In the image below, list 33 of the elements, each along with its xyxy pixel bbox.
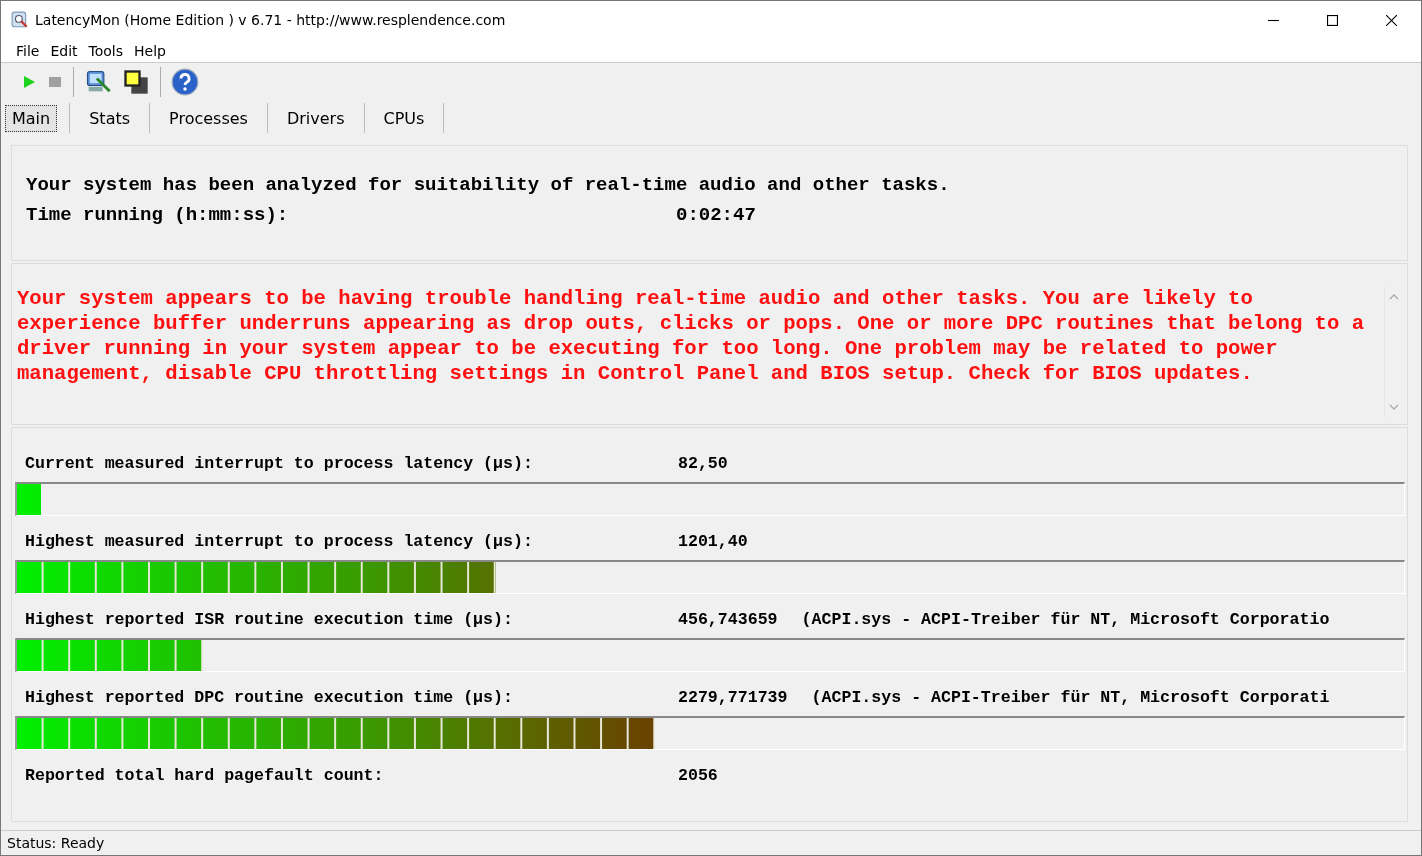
driver-info: (ACPI.sys - ACPI-Treiber für NT, Microsoft Corporatio <box>801 610 1330 631</box>
window-title: LatencyMon (Home Edition ) v 6.71 - http://www.resplendence.com <box>35 12 506 28</box>
help-icon[interactable] <box>171 68 199 96</box>
play-icon[interactable] <box>21 74 37 90</box>
measurement-label: Highest reported ISR routine execution time (µs): <box>25 610 514 631</box>
menu-item[interactable]: Help <box>133 42 167 59</box>
measurement-value: 82,50 <box>678 454 728 475</box>
tab[interactable]: CPUs <box>376 104 432 132</box>
stop-icon[interactable] <box>47 74 63 90</box>
menu-item[interactable]: Tools <box>87 42 125 59</box>
tab[interactable]: Stats <box>82 104 138 132</box>
scroll-up-icon[interactable] <box>1389 294 1399 300</box>
measurement-value: 2279,771739 <box>678 688 788 709</box>
driver-info: (ACPI.sys - ACPI-Treiber für NT, Microsoft Corporati <box>811 688 1330 709</box>
measurement-label: Reported total hard pagefault count: <box>25 766 385 787</box>
measurement-label: Current measured interrupt to process latency (µs): <box>25 454 534 475</box>
menu-item[interactable]: Edit <box>49 42 79 59</box>
measurement-label: Highest measured interrupt to process latency (µs): <box>25 532 534 553</box>
measurement-value: 1201,40 <box>678 532 748 553</box>
headline: Your system has been analyzed for suitability of real-time audio and other tasks. <box>26 174 951 196</box>
time-label: Time running (h:mm:ss): <box>26 204 290 226</box>
tab[interactable]: Processes <box>162 104 255 132</box>
status-text: Status: Ready <box>7 835 105 851</box>
tab[interactable]: Main <box>5 104 58 132</box>
verdict-text: Your system appears to be having trouble handling real-time audio and other tasks. You are likely to experience buffer underruns appearing as drop outs, clicks or pops. One or more DPC routines that belong to a driver running in your system appear to be executing for too long. One problem may be related to power management, disable CPU throttling settings in Control Panel and BIOS setup. Check for BIOS updates. <box>17 286 1366 387</box>
menu-item[interactable]: File <box>15 42 41 59</box>
time-value: 0:02:47 <box>676 204 756 226</box>
app-icon <box>11 11 29 29</box>
measurement-value: 456,743659 <box>678 610 778 631</box>
measurement-value: 2056 <box>678 766 718 787</box>
scroll-down-icon[interactable] <box>1389 404 1399 410</box>
tab[interactable]: Drivers <box>279 104 352 132</box>
measurement-label: Highest reported DPC routine execution time (µs): <box>25 688 514 709</box>
